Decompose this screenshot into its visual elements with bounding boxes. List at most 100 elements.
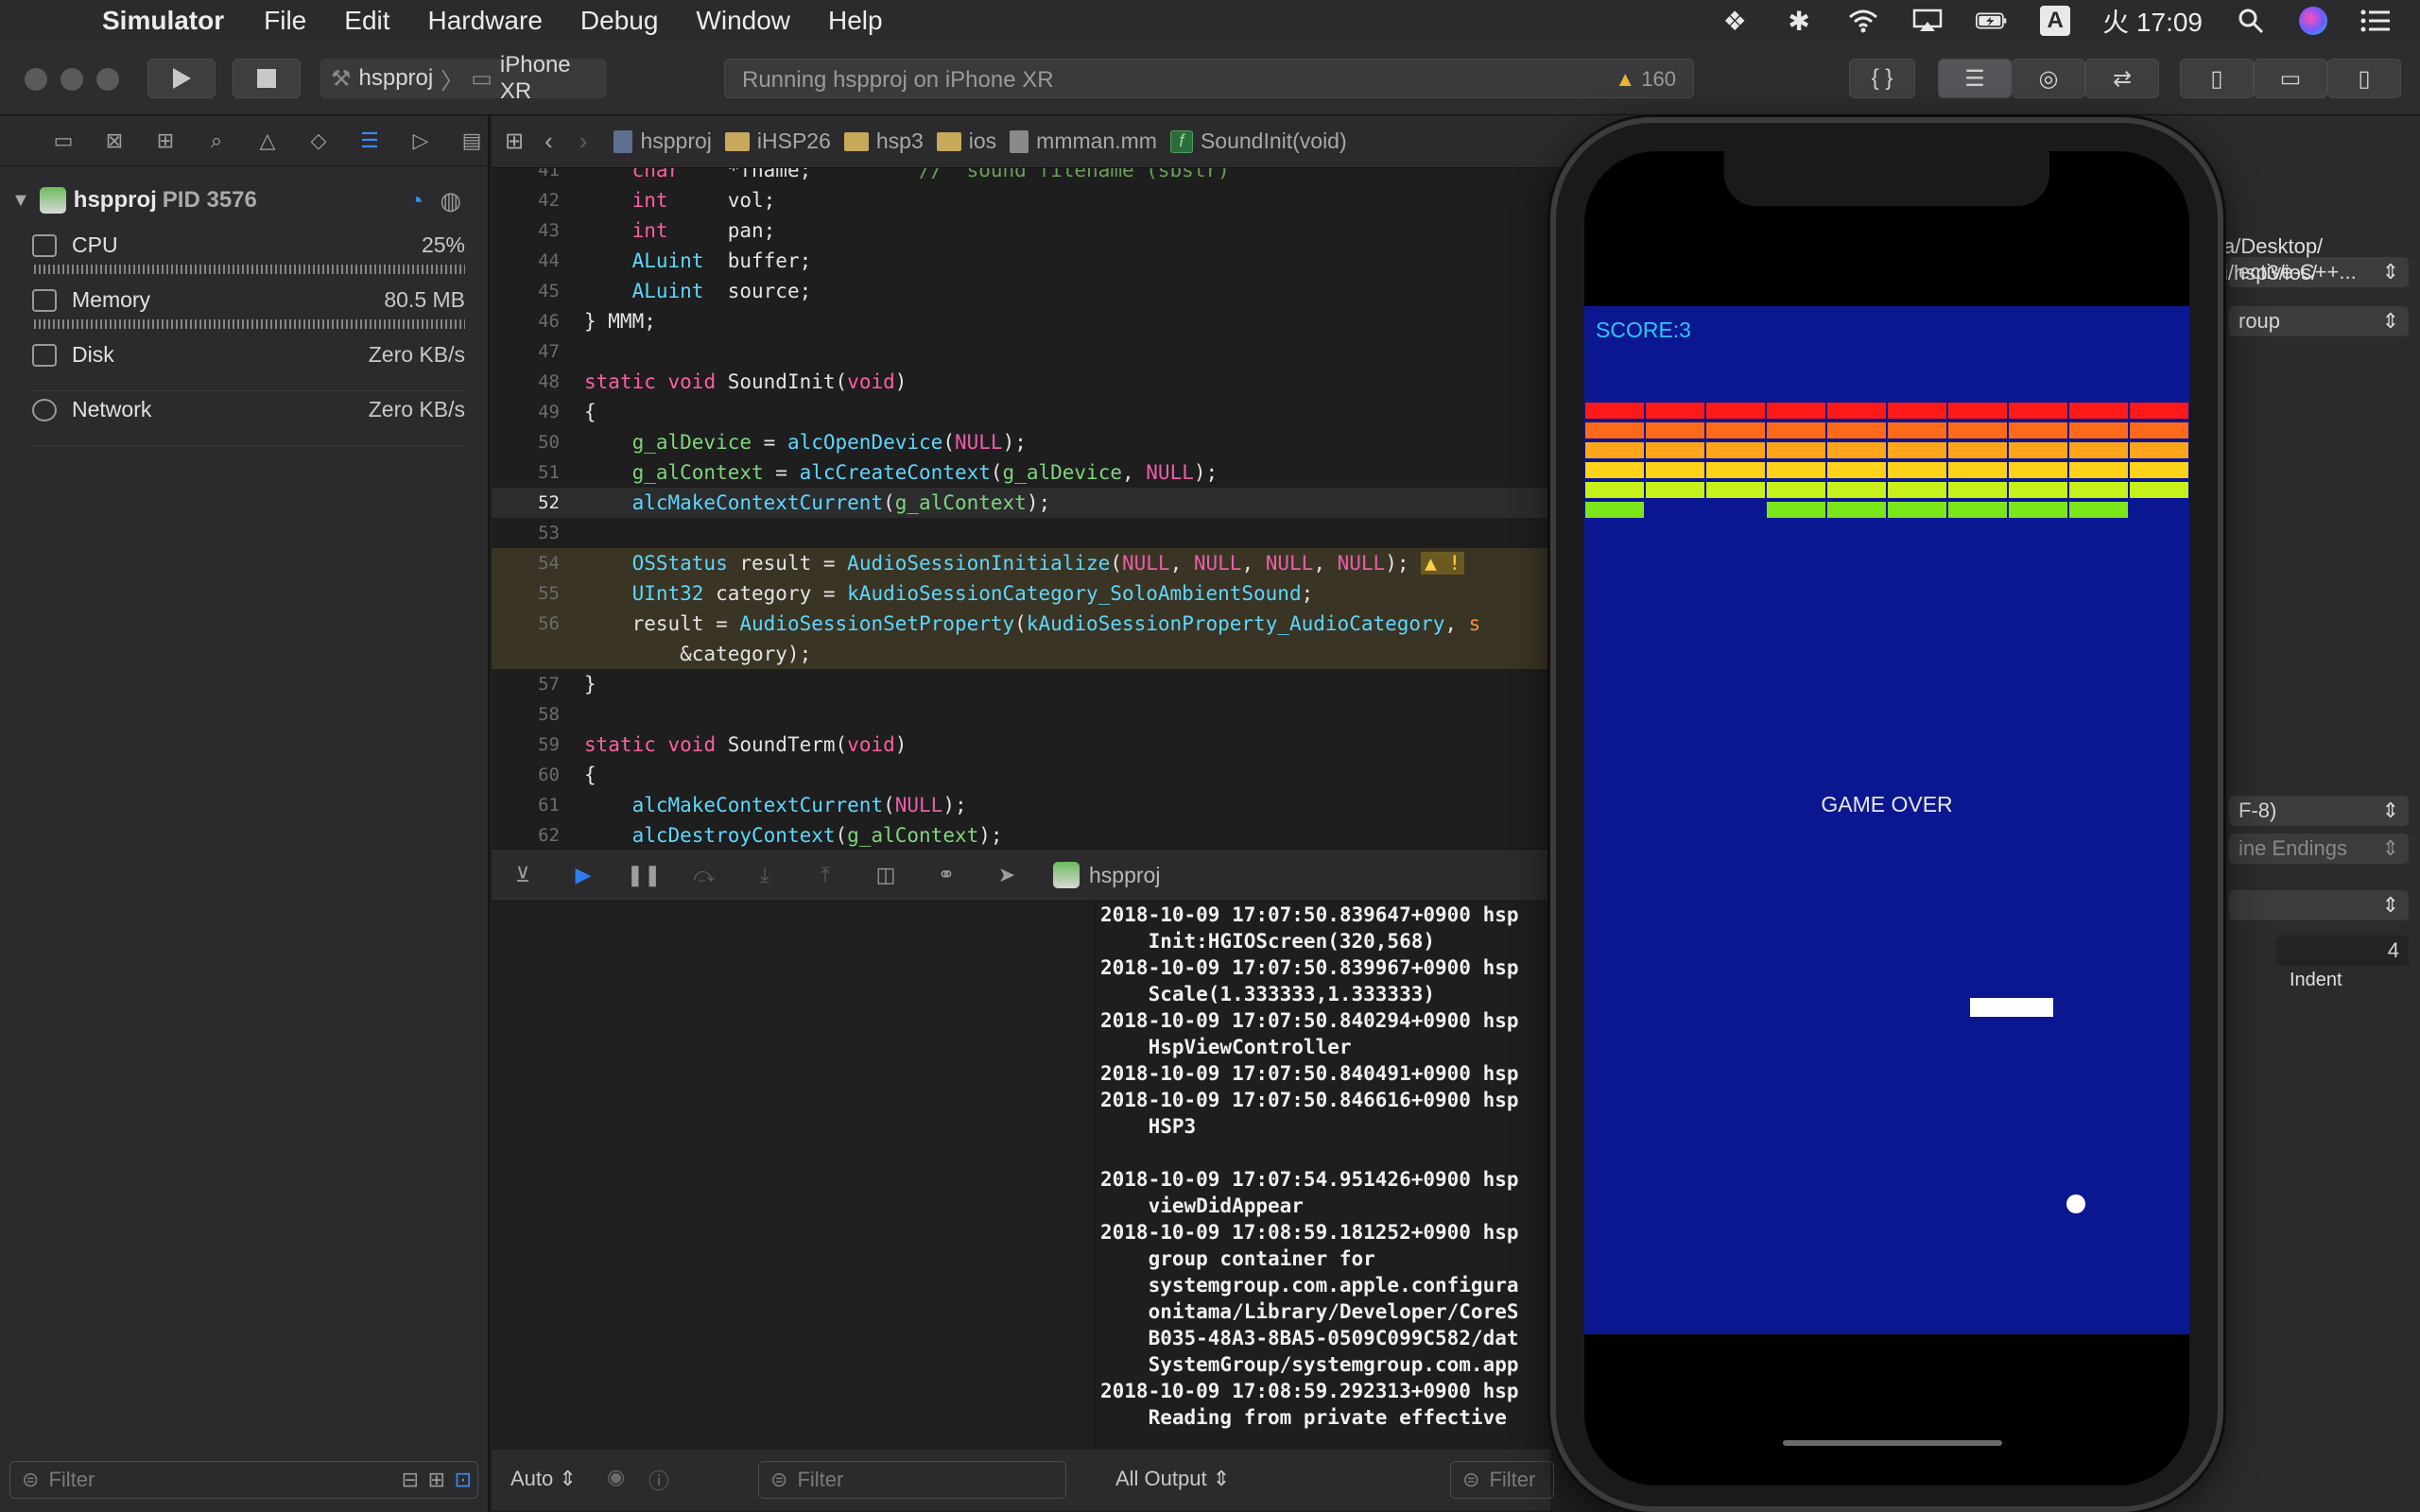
- crumb-function[interactable]: f SoundInit(void): [1169, 129, 1347, 154]
- pause-circle-icon[interactable]: ◍: [440, 186, 461, 215]
- disclosure-triangle-icon[interactable]: ▼: [11, 190, 30, 212]
- code-line-warning: 55 UInt32 category = kAudioSessionCatego…: [492, 578, 1550, 609]
- output-popup[interactable]: All Output ⇕: [1115, 1467, 1230, 1491]
- line-number: 54: [538, 553, 560, 574]
- indent-using-popup[interactable]: ⇕: [2229, 890, 2409, 920]
- crumb-project[interactable]: hspproj: [614, 129, 712, 154]
- library-button[interactable]: { }: [1849, 59, 1915, 98]
- menubar-clock[interactable]: 火 17:09: [2102, 2, 2203, 40]
- step-out-icon[interactable]: ⤒: [811, 861, 839, 889]
- filter-option-icon[interactable]: ⊡: [455, 1468, 472, 1492]
- battery-icon[interactable]: [1976, 7, 2008, 35]
- app-menu-simulator[interactable]: Simulator: [102, 6, 224, 36]
- wifi-icon[interactable]: [1847, 7, 1879, 35]
- warning-icon[interactable]: ▲ !: [1421, 552, 1465, 575]
- line-number: 46: [538, 311, 560, 332]
- source-editor[interactable]: 41 char *fname; // sound filename (sbstr…: [492, 168, 1550, 849]
- console-output[interactable]: 2018-10-09 17:07:50.839647+0900 hsp Init…: [1097, 902, 1550, 1450]
- variables-scope-popup[interactable]: Auto ⇕: [510, 1467, 577, 1491]
- updown-icon: ⇕: [2381, 893, 2399, 917]
- paddle[interactable]: [1970, 998, 2053, 1017]
- dropbox-icon[interactable]: ❖: [1719, 7, 1751, 36]
- breakpoint-icon[interactable]: ▷: [406, 127, 435, 155]
- warning-count-badge[interactable]: ▲ 160: [1615, 67, 1676, 92]
- gauge-disk[interactable]: Disk Zero KB/s: [30, 338, 465, 391]
- indent-width-field[interactable]: 4: [2276, 936, 2409, 966]
- memory-graph-icon[interactable]: ⚭: [932, 861, 960, 889]
- folder-icon[interactable]: ▭: [49, 127, 78, 155]
- crumb-folder[interactable]: hsp3: [843, 129, 924, 154]
- airplay-icon[interactable]: [1911, 7, 1944, 35]
- gauge-cpu[interactable]: CPU 25%: [30, 229, 465, 278]
- bluetooth-icon[interactable]: ✱: [1783, 7, 1815, 36]
- debug-icon[interactable]: ☰: [355, 127, 384, 155]
- assistant-editor-button[interactable]: ◎: [2012, 59, 2085, 98]
- gauge-icon[interactable]: ◔: [408, 186, 424, 215]
- menu-help[interactable]: Help: [828, 6, 883, 36]
- variables-view[interactable]: [492, 902, 1095, 1450]
- toggle-navigator-button[interactable]: ▯: [2180, 59, 2254, 98]
- standard-editor-button[interactable]: ☰: [1938, 59, 2012, 98]
- issue-icon[interactable]: △: [253, 127, 282, 155]
- simulate-location-icon[interactable]: ➤: [993, 861, 1021, 889]
- version-editor-button[interactable]: ⇄: [2085, 59, 2159, 98]
- info-icon[interactable]: ⓘ: [648, 1465, 669, 1495]
- updown-icon: ⇕: [1212, 1467, 1231, 1490]
- window-zoom-button[interactable]: [96, 68, 119, 91]
- spotlight-search-icon[interactable]: [2235, 7, 2267, 35]
- forward-arrow-icon[interactable]: ›: [579, 127, 588, 156]
- back-arrow-icon[interactable]: ‹: [544, 127, 553, 156]
- navigator-filter-field[interactable]: ⊜ Filter ⊟ ⊞ ⊡: [9, 1461, 478, 1499]
- input-method-icon[interactable]: A: [2040, 6, 2071, 36]
- filter-option-icon[interactable]: ⊟: [402, 1468, 419, 1492]
- menu-file[interactable]: File: [264, 6, 306, 36]
- report-icon[interactable]: ▤: [458, 127, 486, 155]
- breakpoints-toggle-icon[interactable]: ▶: [569, 861, 597, 889]
- hide-debug-area-icon[interactable]: ⊻: [509, 861, 537, 889]
- menu-edit[interactable]: Edit: [344, 6, 389, 36]
- menu-hardware[interactable]: Hardware: [428, 6, 543, 36]
- console-filter-field[interactable]: ⊜ Filter: [1450, 1461, 1554, 1499]
- toggle-debug-area-button[interactable]: ▭: [2254, 59, 2327, 98]
- crumb-file[interactable]: mmman.mm: [1010, 129, 1157, 154]
- symbol-icon[interactable]: ⊞: [151, 127, 180, 155]
- eye-icon[interactable]: ◉: [607, 1465, 625, 1489]
- group-popup[interactable]: roup ⇕: [2229, 306, 2409, 336]
- debug-target[interactable]: hspproj: [1053, 862, 1160, 888]
- toggle-inspector-button[interactable]: ▯: [2327, 59, 2401, 98]
- search-icon[interactable]: ⌕: [202, 127, 231, 155]
- process-row[interactable]: ▼ hspproj PID 3576 ◔ ◍: [11, 181, 475, 219]
- run-button[interactable]: [147, 59, 216, 98]
- source-control-icon[interactable]: ⊠: [100, 127, 129, 155]
- breakout-game-view[interactable]: SCORE:3 GAME OVER: [1584, 306, 2189, 1334]
- brick: [1646, 462, 1704, 478]
- variables-filter-field[interactable]: ⊜ Filter: [758, 1461, 1066, 1499]
- brick: [2009, 422, 2067, 438]
- gauge-memory[interactable]: Memory 80.5 MB: [30, 284, 465, 333]
- view-debugger-icon[interactable]: ◫: [872, 861, 900, 889]
- home-indicator[interactable]: [1783, 1440, 2002, 1446]
- scheme-selector[interactable]: ⚒ hspproj 〉 ▭ iPhone XR: [320, 52, 607, 104]
- pause-icon[interactable]: ❚❚: [627, 861, 662, 889]
- stop-button[interactable]: [233, 59, 301, 98]
- xcode-toolbar: ⚒ hspproj 〉 ▭ iPhone XR Running hspproj …: [0, 42, 2420, 115]
- menu-debug[interactable]: Debug: [580, 6, 659, 36]
- crumb-folder[interactable]: iHSP26: [724, 129, 831, 154]
- window-minimize-button[interactable]: [60, 68, 83, 91]
- siri-icon[interactable]: [2299, 7, 2327, 35]
- gauge-network[interactable]: Network Zero KB/s: [30, 393, 465, 446]
- menu-window[interactable]: Window: [696, 6, 790, 36]
- step-over-icon[interactable]: ⤼: [690, 861, 718, 889]
- crumb-folder[interactable]: ios: [936, 129, 996, 154]
- notification-center-icon[interactable]: [2360, 7, 2392, 35]
- filter-option-icon[interactable]: ⊞: [428, 1468, 445, 1492]
- test-icon[interactable]: ◇: [304, 127, 333, 155]
- game-over-label: GAME OVER: [1821, 792, 1953, 816]
- window-close-button[interactable]: [25, 68, 47, 91]
- device-screen[interactable]: SCORE:3 GAME OVER: [1584, 151, 2189, 1486]
- line-endings-popup[interactable]: ine Endings ⇕: [2229, 833, 2409, 864]
- line-number: 42: [538, 190, 560, 211]
- encoding-popup[interactable]: F-8) ⇕: [2229, 796, 2409, 826]
- related-items-icon[interactable]: ⊞: [505, 128, 524, 155]
- step-into-icon[interactable]: ⤓: [751, 861, 779, 889]
